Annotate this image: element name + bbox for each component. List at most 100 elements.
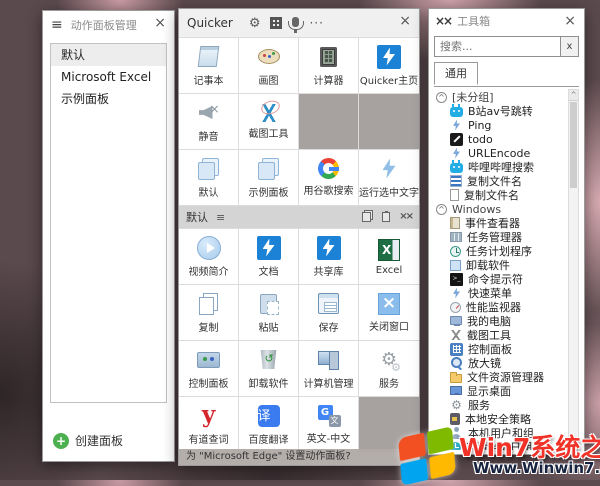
- lightning-icon: [450, 119, 463, 132]
- action-label: 计算机管理: [304, 375, 354, 390]
- calculator-icon: [317, 45, 341, 69]
- close-icon[interactable]: ×: [154, 16, 166, 30]
- tool-item[interactable]: 复制文件名: [435, 174, 565, 188]
- collapse-icon[interactable]: ^: [436, 92, 447, 103]
- group-windows[interactable]: ^Windows: [435, 202, 565, 216]
- watermark: Win7系统之家 Www.Winwin7.com: [400, 432, 600, 480]
- clear-search-button[interactable]: x: [561, 36, 579, 57]
- action-mute[interactable]: 静音: [179, 94, 239, 150]
- action-snipping-tool[interactable]: 截图工具: [239, 94, 299, 150]
- google-translate-icon: [317, 405, 341, 427]
- qr-code-icon[interactable]: [270, 17, 282, 29]
- tool-label: 我的电脑: [467, 314, 511, 328]
- action-label: Quicker主页: [360, 72, 418, 87]
- action-paste[interactable]: 粘贴: [239, 285, 299, 341]
- tool-item[interactable]: 复制文件名: [435, 188, 565, 202]
- panel-manager-title: 动作面板管理: [71, 17, 137, 33]
- tool-item[interactable]: Ping: [435, 118, 565, 132]
- section-menu-icon[interactable]: ≡: [216, 212, 225, 223]
- action-default-panel[interactable]: 默认: [179, 150, 239, 206]
- action-copy[interactable]: 复制: [179, 285, 239, 341]
- quicker-titlebar: Quicker ⚙ ··· ×: [179, 9, 419, 37]
- more-icon[interactable]: ···: [309, 16, 323, 30]
- collapse-icon[interactable]: ^: [436, 204, 447, 215]
- action-label: 用谷歌搜索: [304, 182, 354, 197]
- excel-icon: [378, 239, 400, 261]
- action-label: 文档: [259, 263, 279, 278]
- tool-item[interactable]: 截图工具: [435, 328, 565, 342]
- action-notepad[interactable]: 记事本: [179, 38, 239, 94]
- close-icon[interactable]: ×: [564, 14, 576, 28]
- action-example-panel[interactable]: 示例面板: [239, 150, 299, 206]
- tool-item[interactable]: 本地安全策略: [435, 412, 565, 426]
- action-shared-library[interactable]: 共享库: [299, 229, 359, 285]
- tool-item[interactable]: 卸载软件: [435, 258, 565, 272]
- action-run-selected-text[interactable]: 运行选中文字: [359, 150, 419, 206]
- empty-cell[interactable]: [359, 94, 419, 150]
- scrollbar-thumb[interactable]: [570, 102, 577, 188]
- toolbox-window: ×× 工具箱 × x 通用 ^[未分组] B站av号跳转 Ping todo U…: [428, 8, 585, 455]
- copy-icon[interactable]: [362, 212, 371, 222]
- action-baidu-translate[interactable]: 译百度翻译: [239, 397, 299, 453]
- action-excel[interactable]: Excel: [359, 229, 419, 285]
- group-ungrouped[interactable]: ^[未分组]: [435, 90, 565, 104]
- tool-item[interactable]: B站av号跳转: [435, 104, 565, 118]
- empty-cell[interactable]: [299, 94, 359, 150]
- action-video-intro[interactable]: 视频简介: [179, 229, 239, 285]
- tool-label: 复制文件名: [464, 188, 519, 202]
- tool-item[interactable]: 服务: [435, 398, 565, 412]
- clipboard-icon[interactable]: [382, 212, 390, 222]
- status-bar[interactable]: 为 "Microsoft Edge" 设置动作面板?: [179, 449, 419, 465]
- tool-item[interactable]: 文件资源管理器: [435, 370, 565, 384]
- action-label: 英文-中文: [307, 430, 351, 445]
- action-services[interactable]: 服务: [359, 341, 419, 397]
- tool-item[interactable]: URLEncode: [435, 146, 565, 160]
- close-icon[interactable]: ×: [399, 14, 411, 28]
- tool-label: 显示桌面: [467, 384, 511, 398]
- action-docs[interactable]: 文档: [239, 229, 299, 285]
- tool-item[interactable]: 任务计划程序: [435, 244, 565, 258]
- action-label: 默认: [199, 184, 219, 199]
- tool-item[interactable]: 放大镜: [435, 356, 565, 370]
- toolbox-icon[interactable]: ××: [399, 212, 412, 222]
- quicker-title: Quicker: [187, 16, 233, 30]
- tool-item[interactable]: 我的电脑: [435, 314, 565, 328]
- control-panel-icon: [450, 343, 463, 356]
- action-paint[interactable]: 画图: [239, 38, 299, 94]
- settings-icon[interactable]: ⚙: [249, 17, 261, 30]
- search-input[interactable]: [434, 36, 561, 57]
- panel-list-item-excel[interactable]: Microsoft Excel: [51, 66, 166, 88]
- tool-item[interactable]: 事件查看器: [435, 216, 565, 230]
- play-icon: [197, 236, 221, 260]
- tool-item[interactable]: todo: [435, 132, 565, 146]
- tool-label: URLEncode: [468, 147, 530, 160]
- action-youdao[interactable]: 有道查词: [179, 397, 239, 453]
- action-calculator[interactable]: 计算器: [299, 38, 359, 94]
- action-uninstall[interactable]: 卸载软件: [239, 341, 299, 397]
- action-quicker-home[interactable]: Quicker主页: [359, 38, 419, 94]
- panel-list-item-default[interactable]: 默认: [51, 44, 166, 66]
- services-icon: [450, 399, 463, 412]
- microphone-icon[interactable]: [292, 17, 299, 27]
- action-control-panel[interactable]: 控制面板: [179, 341, 239, 397]
- action-google-translate[interactable]: 英文-中文: [299, 397, 359, 453]
- tool-item[interactable]: 命令提示符: [435, 272, 565, 286]
- tool-item[interactable]: 性能监视器: [435, 300, 565, 314]
- action-save[interactable]: 保存: [299, 285, 359, 341]
- baidu-translate-icon: 译: [258, 405, 280, 427]
- tool-item[interactable]: 显示桌面: [435, 384, 565, 398]
- create-panel-button[interactable]: + 创建面板: [53, 432, 123, 449]
- tool-item[interactable]: 快速菜单: [435, 286, 565, 300]
- action-computer-management[interactable]: 计算机管理: [299, 341, 359, 397]
- panel-list-item-example[interactable]: 示例面板: [51, 88, 166, 110]
- scroll-up-icon[interactable]: ^: [569, 90, 578, 101]
- services-icon: [377, 348, 401, 372]
- tool-item[interactable]: 哔哩哔哩搜索: [435, 160, 565, 174]
- action-close-window[interactable]: 关闭窗口: [359, 285, 419, 341]
- scrollbar[interactable]: ^: [568, 89, 579, 449]
- menu-icon[interactable]: ≡: [51, 18, 63, 32]
- tool-item[interactable]: 控制面板: [435, 342, 565, 356]
- tab-general[interactable]: 通用: [434, 62, 478, 85]
- action-google-search[interactable]: 用谷歌搜索: [299, 150, 359, 206]
- tool-item[interactable]: 任务管理器: [435, 230, 565, 244]
